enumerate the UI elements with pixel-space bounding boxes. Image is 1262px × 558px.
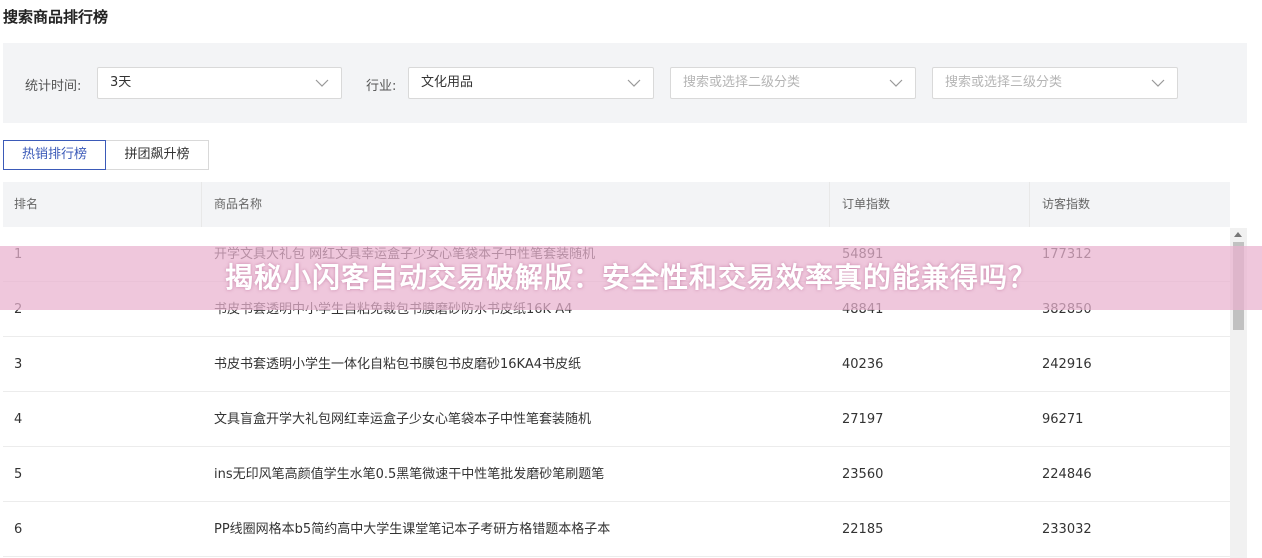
industry-select[interactable]: 文化用品 — [408, 67, 654, 99]
column-header-product: 商品名称 — [214, 197, 263, 211]
column-divider — [829, 182, 830, 227]
chevron-down-icon — [1151, 79, 1165, 87]
table-row[interactable]: 3 书皮书套透明小学生一体化自粘包书膜包书皮磨砂16KA4书皮纸 40236 2… — [3, 337, 1230, 392]
column-header-visitors: 访客指数 — [1042, 197, 1091, 211]
product-name-cell: ins无印风笔高颜值学生水笔0.5黑笔微速干中性笔批发磨砂笔刷题笔 — [214, 467, 605, 482]
visitor-index-cell: 224846 — [1042, 467, 1092, 482]
table-row[interactable]: 6 PP线圈网格本b5简约高中大学生课堂笔记本子考研方格错题本格子本 22185… — [3, 502, 1230, 557]
table-row[interactable]: 4 文具盲盒开学大礼包网红幸运盒子少女心笔袋本子中性笔套装随机 27197 96… — [3, 392, 1230, 447]
column-header-rank: 排名 — [14, 197, 39, 211]
time-select[interactable]: 3天 — [97, 67, 342, 99]
visitor-index-cell: 242916 — [1042, 357, 1092, 372]
ranking-table: 排名 商品名称 订单指数 访客指数 1 开学文具大礼包 网红文具幸运盒子少女心笔… — [3, 182, 1230, 557]
time-select-value: 3天 — [110, 75, 132, 90]
order-index-cell: 40236 — [842, 357, 884, 372]
tab-hot-sales[interactable]: 热销排行榜 — [3, 140, 106, 170]
rank-cell: 4 — [14, 412, 23, 427]
scroll-up-arrow-icon[interactable] — [1234, 232, 1242, 237]
order-index-cell: 27197 — [842, 412, 884, 427]
industry-label: 行业: — [366, 79, 397, 94]
chevron-down-icon — [889, 79, 903, 87]
visitor-index-cell: 233032 — [1042, 522, 1092, 537]
level2-category-select[interactable]: 搜索或选择二级分类 — [670, 67, 916, 99]
banner-headline: 揭秘小闪客自动交易破解版：安全性和交易效率真的能兼得吗？ — [224, 261, 1037, 294]
table-row[interactable]: 5 ins无印风笔高颜值学生水笔0.5黑笔微速干中性笔批发磨砂笔刷题笔 2356… — [3, 447, 1230, 502]
tab-group-rising[interactable]: 拼团飙升榜 — [105, 140, 209, 170]
product-name-cell: 书皮书套透明小学生一体化自粘包书膜包书皮磨砂16KA4书皮纸 — [214, 357, 582, 372]
column-divider — [201, 182, 202, 227]
chevron-down-icon — [627, 79, 641, 87]
product-name-cell: 文具盲盒开学大礼包网红幸运盒子少女心笔袋本子中性笔套装随机 — [214, 412, 592, 427]
table-header: 排名 商品名称 订单指数 访客指数 — [3, 182, 1230, 227]
chevron-down-icon — [315, 79, 329, 87]
order-index-cell: 23560 — [842, 467, 884, 482]
rank-cell: 3 — [14, 357, 23, 372]
filter-panel: 统计时间: 3天 行业: 文化用品 搜索或选择二级分类 搜索或选择三级分类 — [3, 43, 1247, 123]
industry-select-value: 文化用品 — [421, 75, 474, 90]
product-name-cell: PP线圈网格本b5简约高中大学生课堂笔记本子考研方格错题本格子本 — [214, 522, 611, 537]
page-title: 搜索商品排行榜 — [3, 8, 109, 26]
column-header-orders: 订单指数 — [842, 197, 891, 211]
column-divider — [1029, 182, 1030, 227]
level3-category-select[interactable]: 搜索或选择三级分类 — [932, 67, 1178, 99]
level2-placeholder: 搜索或选择二级分类 — [683, 75, 801, 90]
level3-placeholder: 搜索或选择三级分类 — [945, 75, 1063, 90]
overlay-banner: 揭秘小闪客自动交易破解版：安全性和交易效率真的能兼得吗？ — [0, 246, 1262, 310]
time-label: 统计时间: — [25, 79, 82, 94]
rank-cell: 6 — [14, 522, 23, 537]
visitor-index-cell: 96271 — [1042, 412, 1084, 427]
order-index-cell: 22185 — [842, 522, 884, 537]
rank-cell: 5 — [14, 467, 23, 482]
